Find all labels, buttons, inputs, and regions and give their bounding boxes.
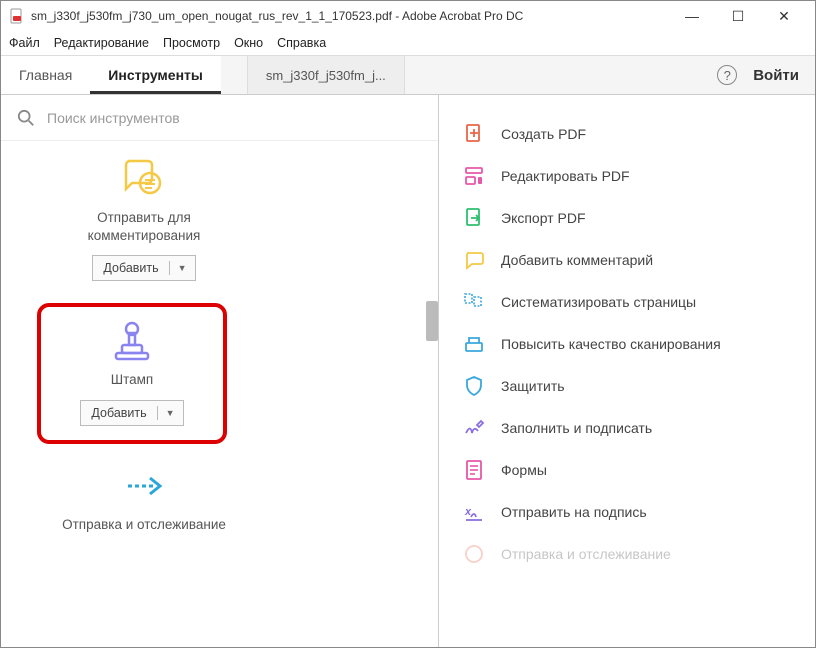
close-button[interactable]: ✕ bbox=[761, 1, 807, 31]
side-create-pdf[interactable]: Создать PDF bbox=[439, 113, 815, 155]
side-label: Заполнить и подписать bbox=[501, 420, 652, 436]
titlebar: sm_j330f_j530fm_j730_um_open_nougat_rus_… bbox=[1, 1, 815, 31]
comment-bubble-icon bbox=[463, 249, 485, 271]
menu-edit[interactable]: Редактирование bbox=[54, 36, 149, 50]
export-pdf-icon bbox=[463, 207, 485, 229]
forms-icon bbox=[463, 459, 485, 481]
create-pdf-icon bbox=[463, 123, 485, 145]
side-enhance-scan[interactable]: Повысить качество сканирования bbox=[439, 323, 815, 365]
shield-icon bbox=[463, 375, 485, 397]
tool-label: Отправить для комментирования bbox=[49, 209, 239, 245]
side-label: Отправить на подпись bbox=[501, 504, 647, 520]
scanner-icon bbox=[463, 333, 485, 355]
more-icon bbox=[463, 543, 485, 565]
side-label: Повысить качество сканирования bbox=[501, 336, 721, 352]
app-window: sm_j330f_j530fm_j730_um_open_nougat_rus_… bbox=[0, 0, 816, 648]
comment-icon bbox=[120, 155, 168, 203]
edit-pdf-icon bbox=[463, 165, 485, 187]
add-button[interactable]: Добавить ▼ bbox=[80, 400, 183, 426]
send-sign-icon: x bbox=[463, 501, 485, 523]
chevron-down-icon: ▼ bbox=[158, 408, 183, 418]
side-forms[interactable]: Формы bbox=[439, 449, 815, 491]
tool-send-for-comment[interactable]: Отправить для комментирования Добавить ▼ bbox=[49, 149, 239, 291]
side-add-comment[interactable]: Добавить комментарий bbox=[439, 239, 815, 281]
side-edit-pdf[interactable]: Редактировать PDF bbox=[439, 155, 815, 197]
tab-tools[interactable]: Инструменты bbox=[90, 56, 221, 94]
help-icon[interactable]: ? bbox=[717, 65, 737, 85]
sidebar: Создать PDF Редактировать PDF Экспорт PD… bbox=[439, 95, 815, 647]
menu-file[interactable]: Файл bbox=[9, 36, 40, 50]
tools-pane: Отправить для комментирования Добавить ▼… bbox=[1, 95, 439, 647]
sign-icon bbox=[463, 417, 485, 439]
organize-icon bbox=[463, 291, 485, 313]
side-label: Редактировать PDF bbox=[501, 168, 630, 184]
tools-list: Отправить для комментирования Добавить ▼… bbox=[1, 141, 438, 647]
chevron-down-icon: ▼ bbox=[170, 263, 195, 273]
side-organize-pages[interactable]: Систематизировать страницы bbox=[439, 281, 815, 323]
stamp-icon bbox=[108, 317, 156, 365]
side-fill-sign[interactable]: Заполнить и подписать bbox=[439, 407, 815, 449]
pdf-file-icon bbox=[9, 8, 25, 24]
search-input[interactable] bbox=[47, 110, 422, 126]
tool-label: Штамп bbox=[111, 371, 154, 389]
window-title: sm_j330f_j530fm_j730_um_open_nougat_rus_… bbox=[31, 9, 523, 23]
tab-bar: Главная Инструменты sm_j330f_j530fm_j...… bbox=[1, 55, 815, 95]
tool-stamp[interactable]: Штамп Добавить ▼ bbox=[37, 303, 227, 443]
side-label: Отправка и отслеживание bbox=[501, 546, 671, 562]
tab-document[interactable]: sm_j330f_j530fm_j... bbox=[247, 56, 405, 94]
side-export-pdf[interactable]: Экспорт PDF bbox=[439, 197, 815, 239]
tab-home[interactable]: Главная bbox=[1, 56, 90, 94]
content-area: Отправить для комментирования Добавить ▼… bbox=[1, 95, 815, 647]
add-button[interactable]: Добавить ▼ bbox=[92, 255, 195, 281]
menu-window[interactable]: Окно bbox=[234, 36, 263, 50]
menubar: Файл Редактирование Просмотр Окно Справк… bbox=[1, 31, 815, 55]
minimize-button[interactable]: — bbox=[669, 1, 715, 31]
tool-send-track[interactable]: Отправка и отслеживание bbox=[49, 456, 239, 554]
menu-help[interactable]: Справка bbox=[277, 36, 326, 50]
side-more[interactable]: Отправка и отслеживание bbox=[439, 533, 815, 575]
side-label: Создать PDF bbox=[501, 126, 586, 142]
side-label: Экспорт PDF bbox=[501, 210, 586, 226]
search-row bbox=[1, 95, 438, 141]
side-send-sign[interactable]: x Отправить на подпись bbox=[439, 491, 815, 533]
side-label: Формы bbox=[501, 462, 547, 478]
side-protect[interactable]: Защитить bbox=[439, 365, 815, 407]
side-label: Систематизировать страницы bbox=[501, 294, 696, 310]
side-label: Защитить bbox=[501, 378, 565, 394]
search-icon bbox=[17, 109, 35, 127]
arrow-right-icon bbox=[120, 462, 168, 510]
maximize-button[interactable]: ☐ bbox=[715, 1, 761, 31]
menu-view[interactable]: Просмотр bbox=[163, 36, 220, 50]
tool-label: Отправка и отслеживание bbox=[62, 516, 226, 534]
scrollbar-thumb[interactable] bbox=[426, 301, 438, 341]
side-label: Добавить комментарий bbox=[501, 252, 653, 268]
login-button[interactable]: Войти bbox=[753, 67, 799, 84]
